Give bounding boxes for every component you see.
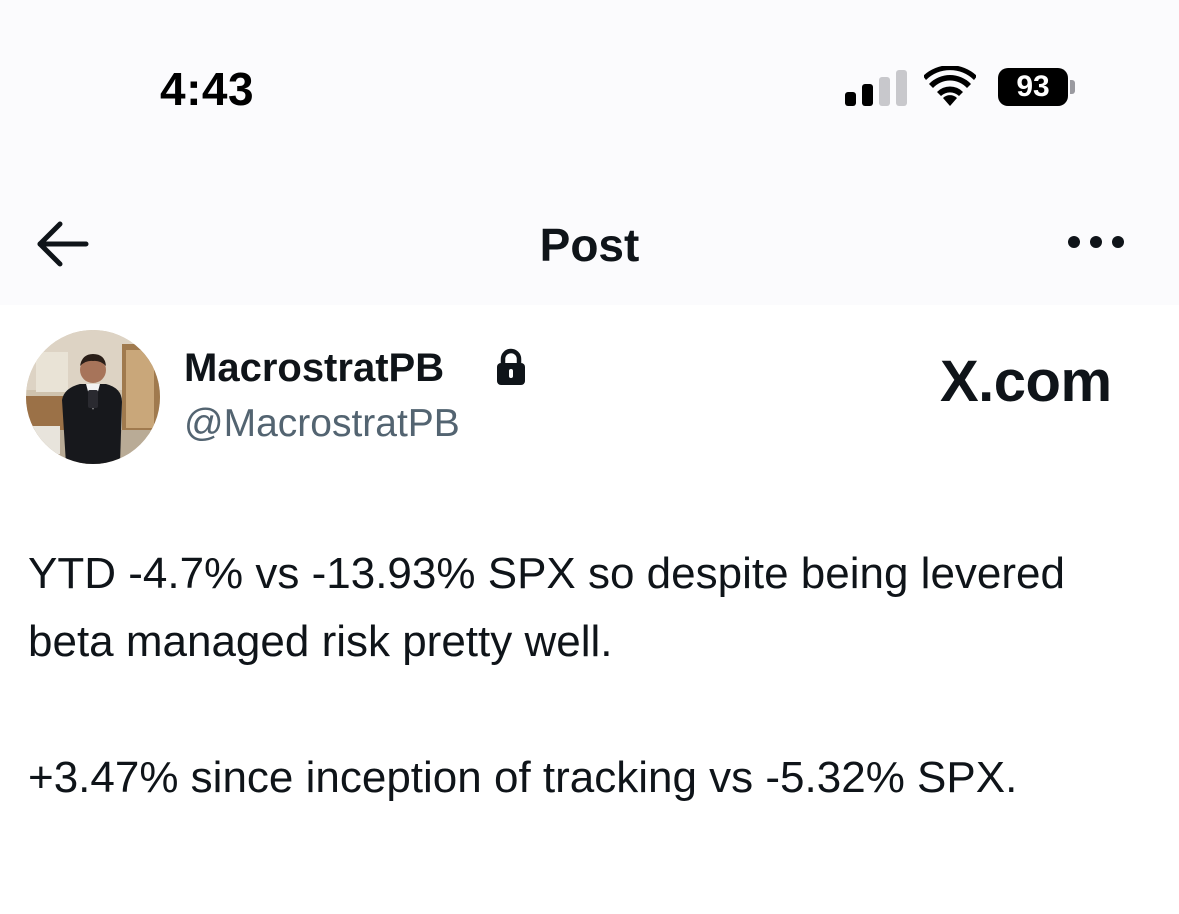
post-text: YTD -4.7% vs -13.93% SPX so despite bein… bbox=[28, 540, 1138, 880]
avatar[interactable] bbox=[26, 330, 160, 464]
battery-icon: 93 bbox=[998, 68, 1075, 106]
signal-bar bbox=[845, 92, 856, 106]
more-horizontal-icon[interactable] bbox=[1066, 234, 1126, 250]
author-handle[interactable]: @MacrostratPB bbox=[184, 402, 460, 446]
signal-bar bbox=[879, 77, 890, 106]
signal-bar bbox=[862, 84, 873, 106]
brand-watermark: X.com bbox=[940, 349, 1112, 414]
author-display-name[interactable]: MacrostratPB bbox=[184, 346, 444, 391]
post-paragraph: YTD -4.7% vs -13.93% SPX so despite bein… bbox=[28, 549, 1065, 666]
cellular-signal-icon bbox=[845, 70, 907, 106]
battery-level: 93 bbox=[998, 68, 1068, 106]
signal-bar bbox=[896, 70, 907, 106]
status-time: 4:43 bbox=[160, 63, 255, 115]
wifi-icon bbox=[924, 66, 976, 106]
page-title: Post bbox=[539, 219, 640, 271]
battery-nub bbox=[1070, 80, 1075, 94]
lock-icon bbox=[497, 348, 525, 385]
post-paragraph: +3.47% since inception of tracking vs -5… bbox=[28, 753, 1018, 802]
